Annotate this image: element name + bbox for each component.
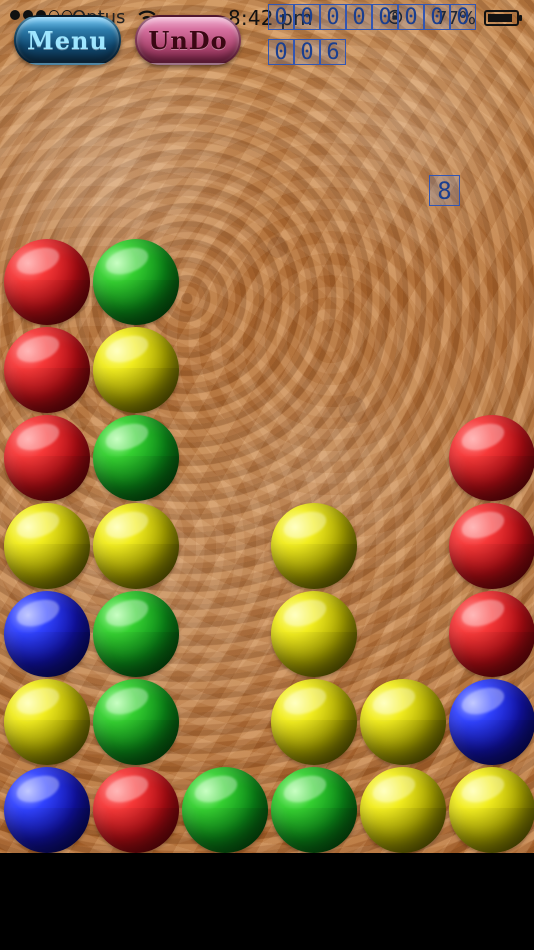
undo-button[interactable]: UnDo — [135, 15, 241, 65]
score-digit: 0 — [372, 4, 398, 30]
score-digit: 0 — [294, 4, 320, 30]
red-ball[interactable] — [4, 327, 90, 413]
yellow-ball[interactable] — [93, 503, 179, 589]
red-ball[interactable] — [4, 415, 90, 501]
score-digit: 0 — [268, 4, 294, 30]
yellow-ball[interactable] — [4, 679, 90, 765]
yellow-ball[interactable] — [93, 327, 179, 413]
score-digit: 0 — [320, 4, 346, 30]
next-piece-counter: 8 — [429, 175, 460, 206]
score-digit: 0 — [450, 4, 476, 30]
score-counter: 0 0 0 0 0 0 0 0 — [268, 4, 476, 30]
red-ball[interactable] — [4, 239, 90, 325]
bottom-bar — [0, 853, 534, 950]
green-ball[interactable] — [93, 239, 179, 325]
blue-ball[interactable] — [4, 767, 90, 853]
red-ball[interactable] — [449, 503, 534, 589]
yellow-ball[interactable] — [271, 591, 357, 677]
red-ball[interactable] — [449, 415, 534, 501]
score-digit: 0 — [424, 4, 450, 30]
green-ball[interactable] — [93, 679, 179, 765]
game-screen: Optus 8:42 pm 77% Menu UnDo — [0, 0, 534, 950]
score-digit: 0 — [346, 4, 372, 30]
move-digit: 0 — [268, 39, 294, 65]
green-ball[interactable] — [182, 767, 268, 853]
yellow-ball[interactable] — [271, 679, 357, 765]
move-digit: 6 — [320, 39, 346, 65]
yellow-ball[interactable] — [4, 503, 90, 589]
move-counter: 0 0 6 — [268, 39, 346, 65]
blue-ball[interactable] — [449, 679, 534, 765]
score-digit: 0 — [398, 4, 424, 30]
battery-icon — [484, 8, 524, 28]
yellow-ball[interactable] — [449, 767, 534, 853]
red-ball[interactable] — [449, 591, 534, 677]
yellow-ball[interactable] — [360, 679, 446, 765]
yellow-ball[interactable] — [271, 503, 357, 589]
signal-dot — [10, 10, 20, 20]
red-ball[interactable] — [93, 767, 179, 853]
green-ball[interactable] — [93, 415, 179, 501]
move-digit: 0 — [294, 39, 320, 65]
menu-button[interactable]: Menu — [14, 15, 121, 65]
blue-ball[interactable] — [4, 591, 90, 677]
green-ball[interactable] — [93, 591, 179, 677]
yellow-ball[interactable] — [360, 767, 446, 853]
green-ball[interactable] — [271, 767, 357, 853]
